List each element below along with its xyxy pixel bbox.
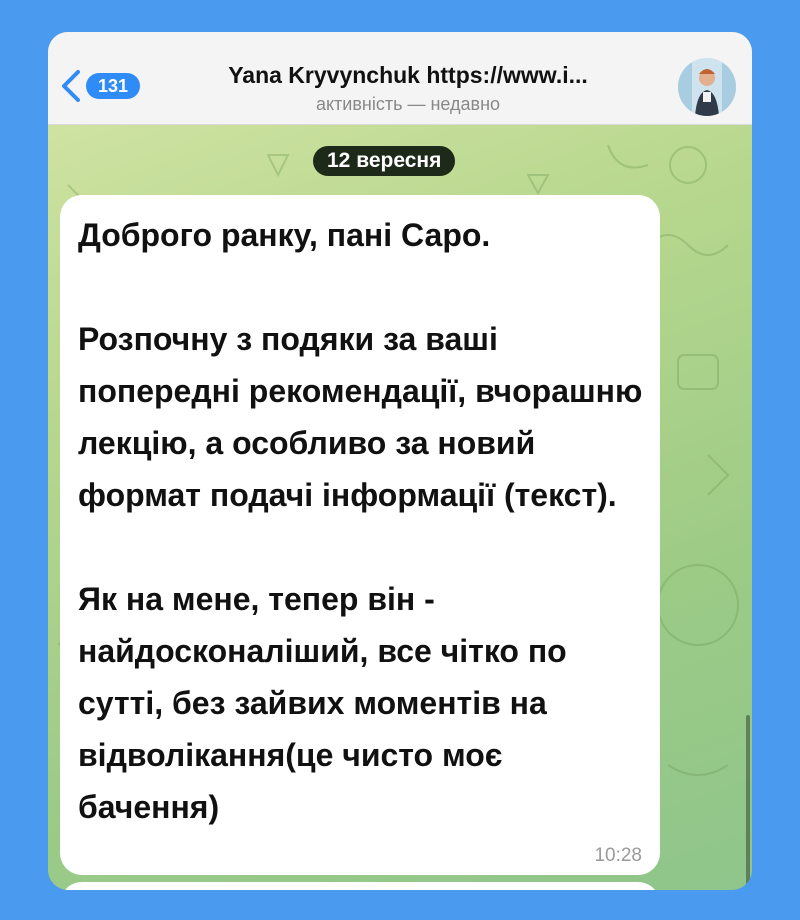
next-message-bubble[interactable] xyxy=(60,882,660,890)
back-button[interactable]: 131 xyxy=(58,68,141,104)
message-time: 10:28 xyxy=(594,845,642,866)
message-bubble[interactable]: Доброго ранку, пані Саро. Розпочну з под… xyxy=(60,195,660,875)
avatar[interactable] xyxy=(678,58,736,116)
unread-count-badge: 131 xyxy=(86,73,141,99)
screenshot-frame: 131 Yana Kryvynchuk https://www.i... акт… xyxy=(0,0,800,920)
message-text: Доброго ранку, пані Саро. Розпочну з под… xyxy=(78,217,643,825)
chevron-left-icon xyxy=(62,70,80,102)
chat-header: 131 Yana Kryvynchuk https://www.i... акт… xyxy=(48,32,752,125)
scrollbar[interactable] xyxy=(746,715,750,890)
date-separator: 12 вересня xyxy=(313,146,456,176)
chat-window: 131 Yana Kryvynchuk https://www.i... акт… xyxy=(48,32,752,890)
last-seen-status: активність — недавно xyxy=(315,94,501,114)
chat-title[interactable]: Yana Kryvynchuk https://www.i... xyxy=(168,62,648,89)
user-avatar-photo-icon xyxy=(678,58,736,116)
